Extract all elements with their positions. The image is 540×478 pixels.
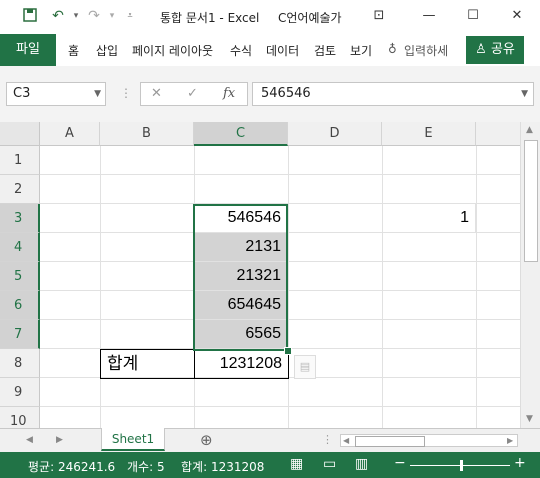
row-header-7[interactable]: 7 bbox=[0, 320, 40, 349]
redo-icon[interactable]: ↷ bbox=[86, 8, 102, 24]
cell-c7[interactable]: 6565 bbox=[194, 320, 288, 349]
sheet-tab-bar: ◀ ▶ Sheet1 ⊕ ⋮ ◀ ▶ bbox=[0, 428, 540, 452]
status-sum: 합계: 1231208 bbox=[181, 460, 265, 474]
page-layout-view-icon[interactable]: ▭ bbox=[323, 456, 336, 472]
sheet-tab-sheet1[interactable]: Sheet1 bbox=[101, 428, 165, 451]
vertical-scrollbar[interactable]: ▲ ▼ bbox=[520, 122, 540, 428]
tell-me-input[interactable]: 입력하세 bbox=[404, 42, 448, 59]
add-sheet-icon[interactable]: ⊕ bbox=[200, 431, 213, 449]
column-header-d[interactable]: D bbox=[288, 122, 382, 146]
ribbon: 파일 홈 삽입 페이지 레이아웃 수식 데이터 검토 보기 ♁ 입력하세 ♙ 공… bbox=[0, 34, 540, 67]
undo-dropdown-icon[interactable]: ▾ bbox=[68, 8, 84, 24]
row-header-3[interactable]: 3 bbox=[0, 204, 40, 233]
row-header-6[interactable]: 6 bbox=[0, 291, 40, 320]
row-header-1[interactable]: 1 bbox=[0, 146, 40, 175]
scroll-up-icon[interactable]: ▲ bbox=[526, 125, 533, 135]
fill-handle[interactable] bbox=[284, 347, 292, 355]
zoom-out-icon[interactable]: − bbox=[394, 455, 406, 471]
maximize-button[interactable]: ☐ bbox=[462, 6, 484, 26]
column-header-b[interactable]: B bbox=[100, 122, 194, 146]
formula-buttons: ✕ ✓ fx bbox=[140, 82, 248, 106]
splitter-icon[interactable]: ⋮ bbox=[322, 433, 333, 446]
row-header-8[interactable]: 8 bbox=[0, 349, 40, 378]
formula-input[interactable]: 546546 ▼ bbox=[252, 82, 534, 106]
customize-toolbar-icon[interactable]: ⩡ bbox=[122, 8, 138, 24]
tab-review[interactable]: 검토 bbox=[314, 42, 336, 59]
zoom-slider-knob[interactable] bbox=[460, 460, 463, 471]
horizontal-scrollbar[interactable]: ◀ ▶ bbox=[340, 434, 518, 447]
cell-c5[interactable]: 21321 bbox=[194, 262, 288, 291]
cancel-icon[interactable]: ✕ bbox=[151, 86, 162, 101]
row-header-4[interactable]: 4 bbox=[0, 233, 40, 262]
page-break-view-icon[interactable]: ▥ bbox=[355, 456, 368, 472]
column-header-f[interactable] bbox=[476, 122, 520, 146]
zoom-in-icon[interactable]: + bbox=[514, 455, 526, 471]
tab-data[interactable]: 데이터 bbox=[266, 42, 299, 59]
tab-view[interactable]: 보기 bbox=[350, 42, 372, 59]
cell-c4[interactable]: 2131 bbox=[194, 233, 288, 262]
redo-dropdown-icon[interactable]: ▾ bbox=[104, 8, 120, 24]
name-box[interactable]: C3 ▼ bbox=[6, 82, 106, 106]
tab-scroll-right-icon[interactable]: ▶ bbox=[56, 435, 63, 445]
tab-page-layout[interactable]: 페이지 레이아웃 bbox=[132, 42, 213, 59]
share-label: 공유 bbox=[490, 42, 515, 57]
chevron-down-icon[interactable]: ▼ bbox=[94, 83, 101, 105]
tab-formulas[interactable]: 수식 bbox=[230, 42, 252, 59]
scroll-right-icon[interactable]: ▶ bbox=[507, 436, 513, 445]
cell-e3[interactable]: 1 bbox=[382, 204, 476, 233]
check-icon[interactable]: ✓ bbox=[187, 86, 198, 101]
window-title: 통합 문서1 - Excel bbox=[160, 11, 260, 25]
formula-bar-area: C3 ▼ ⋮ ✕ ✓ fx 546546 ▼ bbox=[0, 66, 540, 122]
lightbulb-icon[interactable]: ♁ bbox=[388, 42, 397, 56]
tab-scroll-left-icon[interactable]: ◀ bbox=[26, 435, 33, 445]
row-header-9[interactable]: 9 bbox=[0, 378, 40, 407]
quick-analysis-icon[interactable]: ▤ bbox=[294, 355, 316, 379]
worksheet-grid: A B C D E 1 2 3 4 5 6 7 8 9 10 546546 1 bbox=[0, 122, 520, 428]
ribbon-display-icon[interactable]: ⊡ bbox=[368, 6, 390, 26]
column-header-a[interactable]: A bbox=[40, 122, 100, 146]
column-header-c[interactable]: C bbox=[194, 122, 288, 146]
person-icon: ♙ bbox=[475, 42, 487, 57]
share-button[interactable]: ♙ 공유 bbox=[466, 36, 524, 64]
scroll-down-icon[interactable]: ▼ bbox=[526, 414, 533, 424]
tab-home[interactable]: 홈 bbox=[68, 42, 79, 59]
formula-value: 546546 bbox=[261, 86, 311, 101]
name-box-value: C3 bbox=[13, 86, 31, 101]
cell-c6[interactable]: 654645 bbox=[194, 291, 288, 320]
file-tab[interactable]: 파일 bbox=[0, 34, 56, 66]
vertical-scroll-thumb[interactable] bbox=[524, 140, 538, 262]
undo-icon[interactable]: ↶ bbox=[50, 8, 66, 24]
save-icon[interactable] bbox=[22, 8, 38, 24]
normal-view-icon[interactable]: ▦ bbox=[290, 456, 303, 472]
status-average: 평균: 246241.6 bbox=[28, 460, 116, 474]
status-bar: 평균: 246241.6 개수: 5 합계: 1231208 ▦ ▭ ▥ − + bbox=[0, 452, 540, 478]
more-icon: ⋮ bbox=[120, 86, 132, 100]
row-header-2[interactable]: 2 bbox=[0, 175, 40, 204]
minimize-button[interactable]: — bbox=[418, 6, 440, 26]
status-count: 개수: 5 bbox=[127, 460, 165, 474]
column-header-e[interactable]: E bbox=[382, 122, 476, 146]
cell-c8[interactable]: 1231208 bbox=[194, 349, 289, 379]
cell-b8[interactable]: 합계 bbox=[100, 349, 195, 379]
tab-insert[interactable]: 삽입 bbox=[96, 42, 118, 59]
title-bar: ↶ ▾ ↷ ▾ ⩡ 통합 문서1 - Excel C언어예술가 ⊡ — ☐ ✕ bbox=[0, 0, 540, 34]
row-header-10[interactable]: 10 bbox=[0, 407, 40, 428]
user-name: C언어예술가 bbox=[278, 11, 342, 25]
scroll-left-icon[interactable]: ◀ bbox=[343, 436, 349, 445]
select-all-corner[interactable] bbox=[0, 122, 40, 146]
function-icon[interactable]: fx bbox=[223, 86, 235, 101]
expand-formula-icon[interactable]: ▼ bbox=[521, 83, 528, 105]
cell-c3[interactable]: 546546 bbox=[194, 204, 288, 233]
row-header-5[interactable]: 5 bbox=[0, 262, 40, 291]
close-button[interactable]: ✕ bbox=[506, 6, 528, 26]
horizontal-scroll-thumb[interactable] bbox=[355, 436, 425, 447]
